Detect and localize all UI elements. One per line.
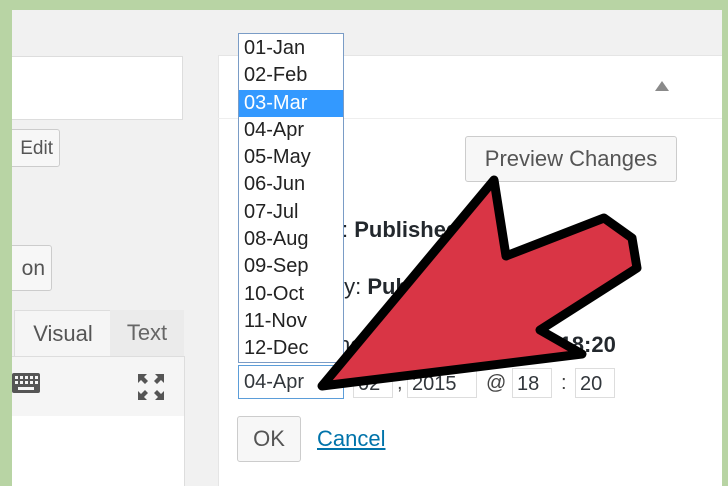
preview-changes-button[interactable]: Preview Changes xyxy=(465,136,677,182)
month-option[interactable]: 01-Jan xyxy=(239,35,343,62)
tab-text[interactable]: Text xyxy=(110,310,184,356)
hour-input[interactable]: 18 xyxy=(512,368,552,398)
month-option[interactable]: 12-Dec xyxy=(239,335,343,362)
month-option[interactable]: 08-Aug xyxy=(239,226,343,253)
visibility-value: Pub xyxy=(367,274,409,299)
fullscreen-icon[interactable] xyxy=(136,372,166,402)
published-time: @ 18:20 xyxy=(532,332,616,357)
triangle-up-icon[interactable] xyxy=(655,81,669,91)
colon-separator: : xyxy=(561,372,567,394)
keyboard-icon[interactable] xyxy=(12,372,42,394)
tab-visual[interactable]: Visual xyxy=(14,310,112,357)
screenshot-frame: Edit on Visual Text Preview Changes : Pu… xyxy=(12,10,722,486)
month-dropdown-list[interactable]: 01-Jan 02-Feb 03-Mar 04-Apr 05-May 06-Jun 07-J… xyxy=(238,33,344,363)
status-row: : Published xyxy=(342,217,459,243)
day-input[interactable]: 02 xyxy=(353,368,393,398)
month-option[interactable]: 03-Mar xyxy=(239,89,343,117)
minute-input[interactable]: 20 xyxy=(575,368,615,398)
edit-permalink-button[interactable]: Edit xyxy=(12,129,60,167)
month-option[interactable]: 06-Jun xyxy=(239,171,343,198)
at-separator: @ xyxy=(486,372,507,394)
add-media-button[interactable]: on xyxy=(12,245,52,291)
cancel-link[interactable]: Cancel xyxy=(317,426,385,452)
month-option[interactable]: 04-Apr xyxy=(239,117,343,144)
comma-separator: , xyxy=(397,372,403,394)
month-select[interactable]: 04-Apr xyxy=(238,365,344,399)
post-title-input[interactable] xyxy=(12,56,183,120)
month-option[interactable]: 09-Sep xyxy=(239,253,343,280)
visibility-row: ty: Pub xyxy=(338,274,409,300)
month-option[interactable]: 07-Jul xyxy=(239,199,343,226)
month-option[interactable]: 05-May xyxy=(239,144,343,171)
month-option[interactable]: 02-Feb xyxy=(239,62,343,89)
ok-button[interactable]: OK xyxy=(237,416,301,462)
status-value: Published xyxy=(354,217,460,242)
editor-content-area[interactable] xyxy=(12,416,185,486)
month-option[interactable]: 10-Oct xyxy=(239,281,343,308)
month-option[interactable]: 11-Nov xyxy=(239,308,343,335)
year-input[interactable]: 2015 xyxy=(407,368,477,398)
